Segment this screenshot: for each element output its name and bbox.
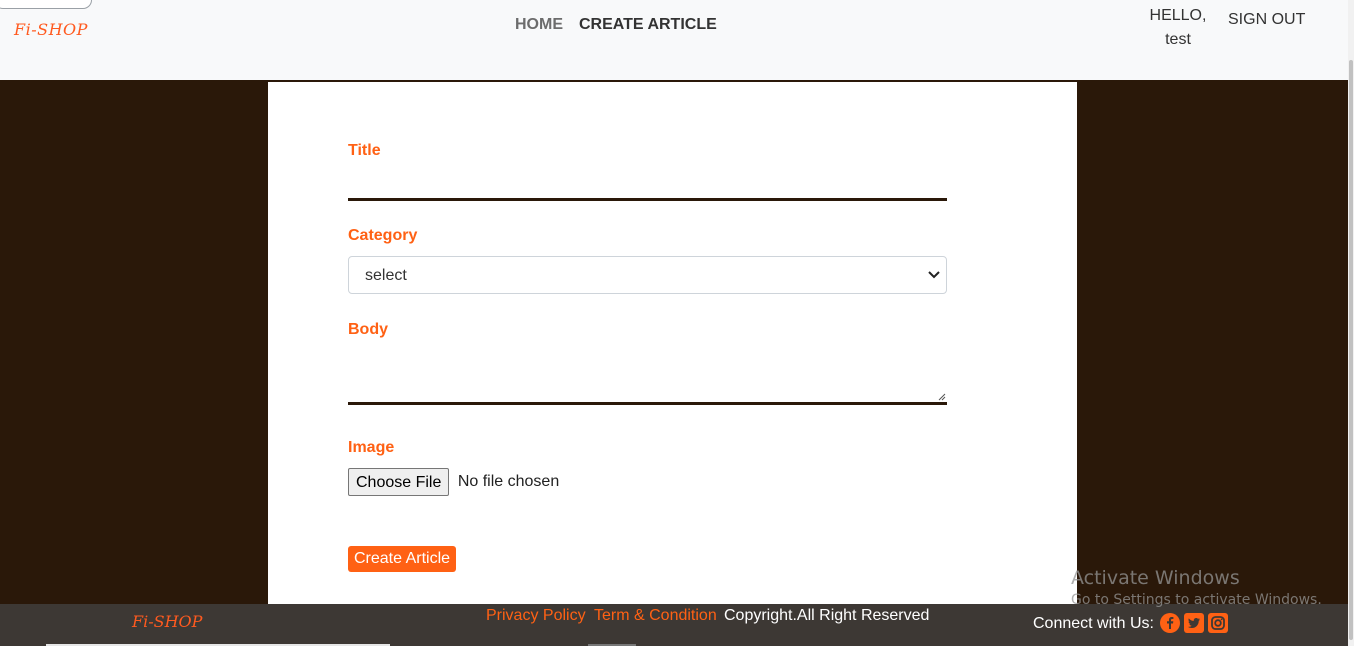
connect-label: Connect with Us: (1033, 615, 1154, 632)
greeting-text: HELLO, (1149, 7, 1207, 24)
page-scrollbar[interactable] (1348, 0, 1354, 646)
choose-file-button[interactable]: Choose File (348, 468, 450, 496)
body-label: Body (348, 321, 388, 338)
twitter-icon[interactable] (1184, 613, 1204, 633)
top-navbar: ~~~~ Fi-SHOP HOME CREATE ARTICLE HELLO, … (0, 0, 1348, 82)
category-selected-value: select (365, 267, 407, 284)
terms-link[interactable]: Term & Condition (594, 607, 717, 625)
username-text: test (1165, 31, 1191, 48)
file-status-text: No file chosen (457, 473, 560, 490)
body-textarea[interactable] (348, 352, 947, 405)
privacy-policy-link[interactable]: Privacy Policy (486, 607, 586, 625)
instagram-icon[interactable] (1208, 613, 1228, 633)
image-file-input: Choose File No file chosen (348, 468, 559, 498)
browser-pill: ~~~~ (0, 0, 92, 9)
sign-out-link[interactable]: SIGN OUT (1228, 11, 1305, 29)
title-label: Title (348, 142, 381, 159)
activate-windows-subtitle: Go to Settings to activate Windows. (1071, 592, 1322, 608)
footer: Fi-SHOP Privacy Policy Term & Condition … (0, 604, 1348, 646)
copyright-text: Copyright.All Right Reserved (724, 607, 930, 624)
nav-create-article-link[interactable]: CREATE ARTICLE (579, 16, 717, 34)
create-article-button[interactable]: Create Article (348, 546, 457, 572)
activate-windows-title: Activate Windows (1071, 567, 1240, 589)
footer-brand-logo[interactable]: Fi-SHOP (132, 612, 202, 631)
title-input[interactable] (348, 168, 947, 201)
resize-handle-icon[interactable] (938, 393, 946, 401)
create-article-form: Title Category select Body Image Choose … (268, 82, 1077, 604)
brand-logo[interactable]: Fi-SHOP (14, 20, 88, 39)
chevron-down-icon (928, 271, 940, 279)
browser-pill-text: ~~~~ (3, 0, 30, 3)
user-greeting: HELLO, test (1140, 4, 1216, 52)
category-select[interactable]: select (348, 256, 947, 294)
image-label: Image (348, 439, 395, 456)
category-label: Category (348, 227, 418, 244)
nav-home-link[interactable]: HOME (515, 16, 563, 34)
facebook-icon[interactable] (1160, 613, 1180, 633)
scrollbar-thumb[interactable] (1349, 60, 1353, 640)
